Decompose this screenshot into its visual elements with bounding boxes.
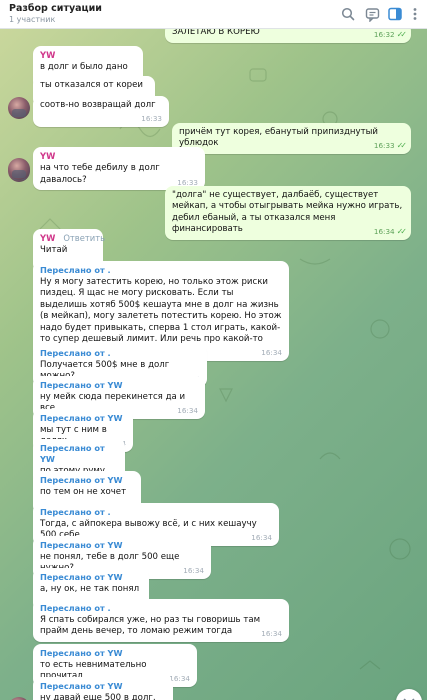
read-checkmarks-icon: ✓✓ [396,30,408,39]
forwarded-from-label[interactable]: Переслано от YW [40,540,204,551]
incoming-message[interactable]: соотв-но возвращай долг 16:33 [33,96,169,127]
outgoing-message[interactable]: ЗАЛЕТАЮ В КОРЕЮ 16:32 ✓✓ [165,29,411,43]
message-text: ты отказался от кореи [40,80,143,90]
chat-subtitle: 1 участник [9,15,56,24]
incoming-message[interactable]: Переслано от .Я спать собирался уже, но … [33,599,289,642]
read-checkmarks-icon: ✓✓ [396,227,408,237]
chat-title[interactable]: Разбор ситуации [9,3,102,14]
forwarded-from-label[interactable]: Переслано от . [40,507,272,518]
forwarded-from-label[interactable]: Переслано от . [40,603,282,614]
message-text: ну давай еще 500 в долг, ок [40,692,156,700]
forwarded-from-label[interactable]: Переслано от YW [40,681,166,692]
message-text: причём тут корея, ебанутый припизднутый … [179,127,381,149]
outgoing-message[interactable]: "долга" не существует, далбаёб, существу… [165,186,411,241]
message-text: "долга" не существует, далбаёб, существу… [172,190,405,235]
sender-name-text: YW [40,50,56,60]
message-time-text: 16:33 [373,141,395,151]
message-time: 16:34 ✓✓ [373,227,408,237]
message-time: 16:34 [251,534,272,541]
forwarded-from-label[interactable]: Переслано от YW [40,648,190,659]
message-time: 16:34 [177,407,198,414]
message-time: 16:32 ✓✓ [373,30,408,39]
avatar[interactable] [8,97,30,119]
sender-name[interactable]: YW [40,50,136,61]
search-icon[interactable] [339,5,357,23]
message-time-text: 16:34 [177,406,198,416]
sender-name[interactable]: YW [40,151,198,162]
incoming-message[interactable]: Переслано от YW ну давай еще 500 в долг, … [33,677,173,700]
message-text: ЗАЛЕТАЮ В КОРЕЮ [172,29,260,37]
message-text: Читай [40,245,68,256]
message-time-text: 16:34 [261,629,282,639]
message-time: 16:34 [261,349,282,356]
outgoing-message[interactable]: причём тут корея, ебанутый припизднутый … [172,123,411,155]
sender-name-text: YW [40,233,56,243]
forwarded-from-label[interactable]: Переслано от YW [40,475,134,486]
sender-name[interactable]: YW Ответить [40,233,105,244]
incoming-message[interactable]: YW на что тебе дебилу в долг давалось? 16:… [33,147,205,191]
message-time: 16:33 [141,115,162,122]
forwarded-from-label[interactable]: Переслано от YW [40,443,118,465]
message-time-text: 16:34 [183,566,204,576]
read-checkmarks-icon: ✓✓ [396,141,408,151]
message-time-text: 16:33 [141,114,162,124]
message-text: в долг и было дано [40,62,128,73]
message-text: соотв-но возвращай долг [40,100,156,110]
forwarded-from-label[interactable]: Переслано от . [40,348,200,359]
message-time: 16:33 [177,178,198,186]
message-time-text: 16:34 [373,227,395,237]
comments-icon[interactable] [363,5,381,23]
avatar[interactable] [8,158,30,180]
sidebar-toggle-icon[interactable] [386,5,404,23]
message-time-text: 16:32 [373,30,395,39]
forwarded-from-label[interactable]: Переслано от YW [40,413,126,424]
forwarded-from-label[interactable]: Переслано от YW [40,572,142,583]
chat-header: Разбор ситуации 1 участник [0,0,427,29]
more-icon[interactable] [406,5,424,23]
message-time: 16:34 [183,567,204,574]
message-text: Я спать собирался уже, но раз ты говориш… [40,614,263,637]
message-time: 16:33 ✓✓ [373,141,408,151]
message-text: на что тебе дебилу в долг давалось? [40,163,163,185]
forwarded-from-label[interactable]: Переслано от . [40,265,282,276]
message-text: а, ну ок, не так понял [40,583,140,594]
message-time-text: 16:34 [261,348,282,358]
message-time: 16:34 [261,630,282,637]
message-list[interactable]: ЗАЛЕТАЮ В КОРЕЮ 16:32 ✓✓ YW в долг и было да… [0,29,427,700]
message-text: по тем он не хочет [40,486,127,497]
sender-name-text: YW [40,151,56,161]
message-time-text: 16:34 [251,533,272,543]
reply-link[interactable]: Ответить [63,233,105,243]
forwarded-from-label[interactable]: Переслано от YW [40,380,198,391]
